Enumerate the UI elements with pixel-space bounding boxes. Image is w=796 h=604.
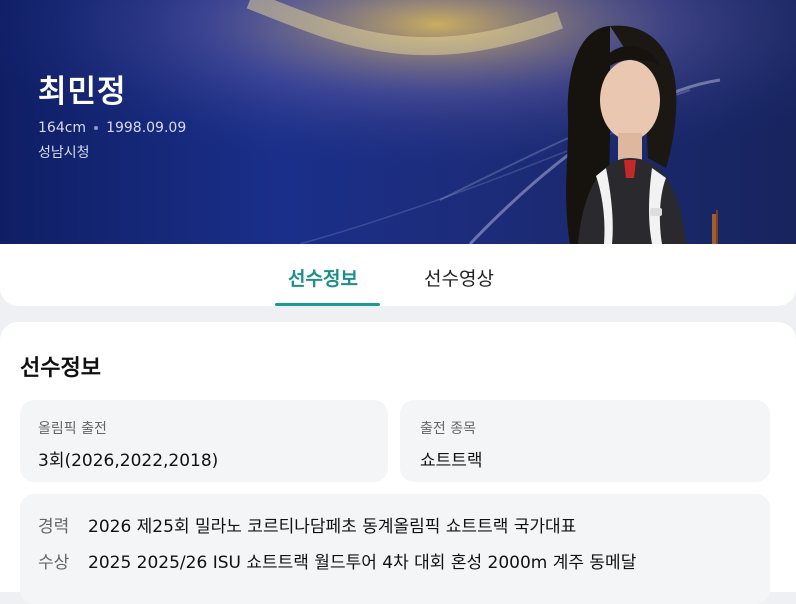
section-title: 선수정보 bbox=[20, 356, 101, 381]
event-label: 출전 종목 bbox=[420, 421, 476, 437]
athlete-height: 164cm bbox=[38, 120, 87, 136]
separator-dot bbox=[94, 126, 99, 130]
olympics-value: 3회(2026,2022,2018) bbox=[38, 451, 219, 471]
athlete-info-panel: 선수정보 올림픽 출전 3회(2026,2022,2018) 출전 종목 쇼트트… bbox=[0, 322, 796, 604]
olympics-card: 올림픽 출전 3회(2026,2022,2018) bbox=[20, 400, 388, 482]
tab-athlete-videos[interactable]: 선수영상 bbox=[424, 264, 494, 291]
tab-athlete-info[interactable]: 선수정보 bbox=[288, 264, 358, 291]
award-value: 2025 2025/26 ISU 쇼트트랙 월드투어 4차 대회 혼성 2000… bbox=[88, 553, 637, 573]
award-label: 수상 bbox=[38, 553, 70, 573]
athlete-hero-banner: 최민정 164cm 1998.09.09 성남시청 bbox=[0, 0, 796, 244]
athlete-team: 성남시청 bbox=[38, 145, 90, 161]
active-tab-indicator bbox=[275, 303, 380, 306]
tab-bar: 선수정보 선수영상 bbox=[0, 244, 796, 306]
award-row: 수상 2025 2025/26 ISU 쇼트트랙 월드투어 4차 대회 혼성 2… bbox=[38, 548, 636, 573]
event-value: 쇼트트랙 bbox=[420, 451, 483, 471]
athlete-birthdate: 1998.09.09 bbox=[106, 120, 187, 136]
olympics-label: 올림픽 출전 bbox=[38, 421, 107, 437]
athlete-photo bbox=[566, 25, 718, 244]
career-row: 경력 2026 제25회 밀라노 코르티나담페초 동계올림픽 쇼트트랙 국가대표 bbox=[38, 512, 576, 537]
career-label: 경력 bbox=[38, 517, 70, 537]
athlete-name: 최민정 bbox=[38, 74, 127, 110]
event-card: 출전 종목 쇼트트랙 bbox=[400, 400, 770, 482]
career-value: 2026 제25회 밀라노 코르티나담페초 동계올림픽 쇼트트랙 국가대표 bbox=[88, 517, 577, 537]
